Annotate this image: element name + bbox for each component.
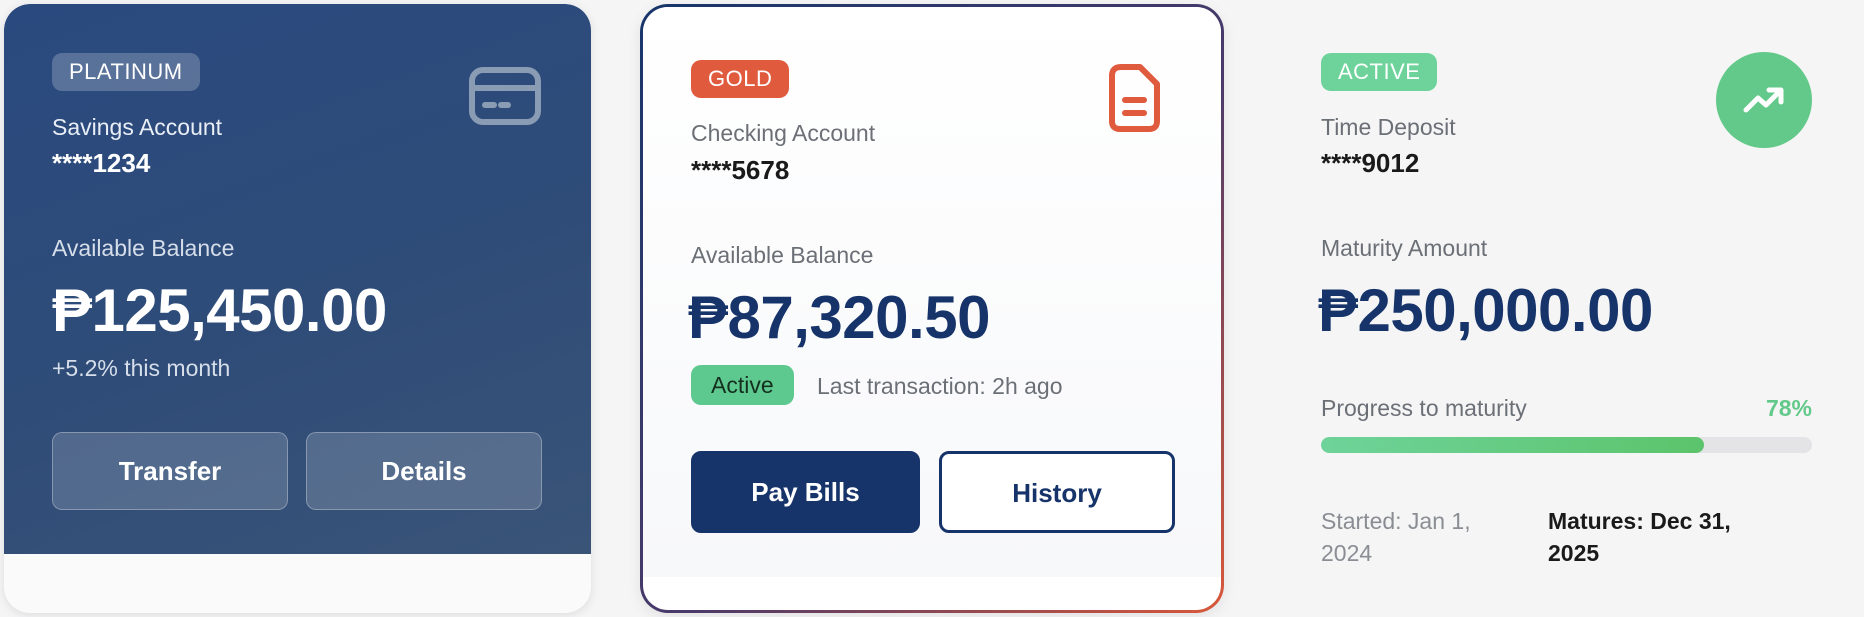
savings-card-panel: PLATINUM Savings Account ****1234 Availa… [4,4,591,554]
balance-amount: ₱87,320.50 [688,284,990,351]
progress-label: Progress to maturity [1321,395,1527,421]
checking-card-body: GOLD Checking Account ****5678 Available… [643,7,1221,610]
status-badge: Active [691,365,794,405]
account-type: Savings Account [52,114,223,140]
balance-amount: ₱125,450.00 [52,277,387,344]
details-button[interactable]: Details [306,432,542,510]
maturity-progress-bar [1321,437,1812,453]
account-type: Checking Account [691,120,876,146]
account-cards-row: PLATINUM Savings Account ****1234 Availa… [0,0,1864,617]
last-transaction: Last transaction: 2h ago [817,373,1063,399]
balance-label: Available Balance [691,242,874,268]
checking-account-card[interactable]: GOLD Checking Account ****5678 Available… [640,4,1224,613]
account-number: ****9012 [1321,148,1420,178]
transfer-button[interactable]: Transfer [52,432,288,510]
pay-bills-button[interactable]: Pay Bills [691,451,920,533]
account-number: ****1234 [52,148,151,178]
history-button[interactable]: History [939,451,1175,533]
tier-badge: PLATINUM [52,53,200,91]
document-icon [1104,62,1164,134]
time-deposit-card[interactable]: ACTIVE Time Deposit ****9012 Maturity Am… [1272,4,1860,613]
balance-label: Available Balance [52,235,235,261]
progress-percent: 78% [1765,395,1812,421]
account-type: Time Deposit [1321,114,1456,140]
maturity-date: Matures: Dec 31, 2025 [1548,508,1731,566]
status-badge: ACTIVE [1321,53,1438,91]
monthly-change: +5.2% this month [52,355,231,381]
maturity-amount-label: Maturity Amount [1321,235,1488,261]
trending-up-icon [1716,52,1812,148]
progress-fill [1321,437,1704,453]
tier-badge: GOLD [691,60,790,98]
savings-account-card[interactable]: PLATINUM Savings Account ****1234 Availa… [4,4,591,613]
maturity-amount: ₱250,000.00 [1318,277,1653,344]
start-date: Started: Jan 1, 2024 [1321,508,1471,566]
credit-card-icon [468,66,542,126]
account-number: ****5678 [691,155,790,185]
